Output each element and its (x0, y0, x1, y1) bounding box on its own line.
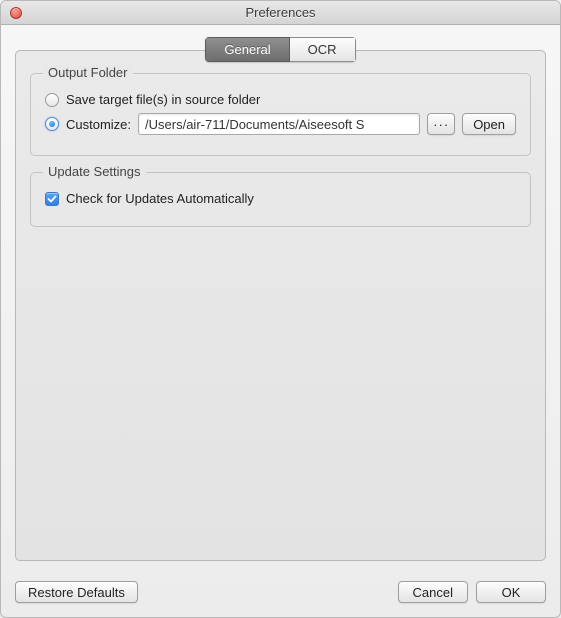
tab-general[interactable]: General (205, 37, 289, 62)
browse-button[interactable]: ··· (427, 113, 455, 135)
window-title: Preferences (1, 5, 560, 20)
label-auto-check: Check for Updates Automatically (66, 191, 254, 206)
checkbox-auto-update[interactable] (45, 192, 59, 206)
preferences-window: Preferences General OCR Output Folder Sa… (0, 0, 561, 618)
radio-save-in-source[interactable] (45, 93, 59, 107)
ok-button[interactable]: OK (476, 581, 546, 603)
open-button[interactable]: Open (462, 113, 516, 135)
output-folder-group: Output Folder Save target file(s) in sou… (30, 73, 531, 156)
row-customize: Customize: /Users/air-711/Documents/Aise… (45, 113, 516, 135)
tab-panel-general: Output Folder Save target file(s) in sou… (15, 50, 546, 561)
row-auto-check[interactable]: Check for Updates Automatically (45, 191, 516, 206)
customize-path-input[interactable]: /Users/air-711/Documents/Aiseesoft S (138, 113, 420, 135)
label-customize: Customize: (66, 117, 131, 132)
footer: Restore Defaults Cancel OK (1, 571, 560, 617)
tab-group: General OCR (205, 37, 355, 62)
check-icon (47, 194, 57, 204)
row-save-in-source[interactable]: Save target file(s) in source folder (45, 92, 516, 107)
tab-bar: General OCR (15, 37, 546, 62)
content-area: General OCR Output Folder Save target fi… (1, 25, 560, 571)
output-folder-legend: Output Folder (43, 65, 133, 80)
close-icon[interactable] (10, 7, 22, 19)
cancel-button[interactable]: Cancel (398, 581, 468, 603)
label-save-in-source: Save target file(s) in source folder (66, 92, 260, 107)
titlebar: Preferences (1, 1, 560, 25)
tab-ocr[interactable]: OCR (290, 37, 356, 62)
radio-customize[interactable] (45, 117, 59, 131)
restore-defaults-button[interactable]: Restore Defaults (15, 581, 138, 603)
update-settings-group: Update Settings Check for Updates Automa… (30, 172, 531, 227)
update-settings-legend: Update Settings (43, 164, 146, 179)
